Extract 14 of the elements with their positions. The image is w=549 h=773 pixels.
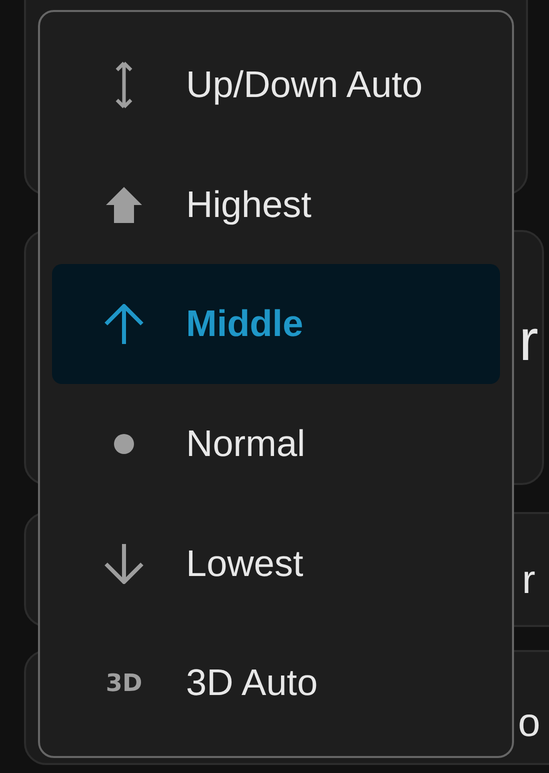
3d-icon: 3D: [106, 665, 142, 702]
dot-icon: [114, 434, 134, 454]
menu-item[interactable]: Up/Down Auto: [52, 25, 500, 145]
card-text: o: [518, 703, 540, 743]
card-text: r: [519, 312, 538, 370]
menu-item[interactable]: Lowest: [52, 504, 500, 624]
menu-item[interactable]: Normal: [52, 384, 500, 504]
card-text: r: [522, 560, 536, 600]
arrow-up-icon: [104, 184, 144, 224]
menu-item[interactable]: 3D 3D Auto: [52, 623, 500, 744]
arrow-up-icon: [104, 304, 144, 344]
arrow-down-icon: [104, 544, 144, 584]
menu-item[interactable]: Highest: [52, 144, 500, 264]
menu-item[interactable]: Middle: [52, 264, 500, 384]
